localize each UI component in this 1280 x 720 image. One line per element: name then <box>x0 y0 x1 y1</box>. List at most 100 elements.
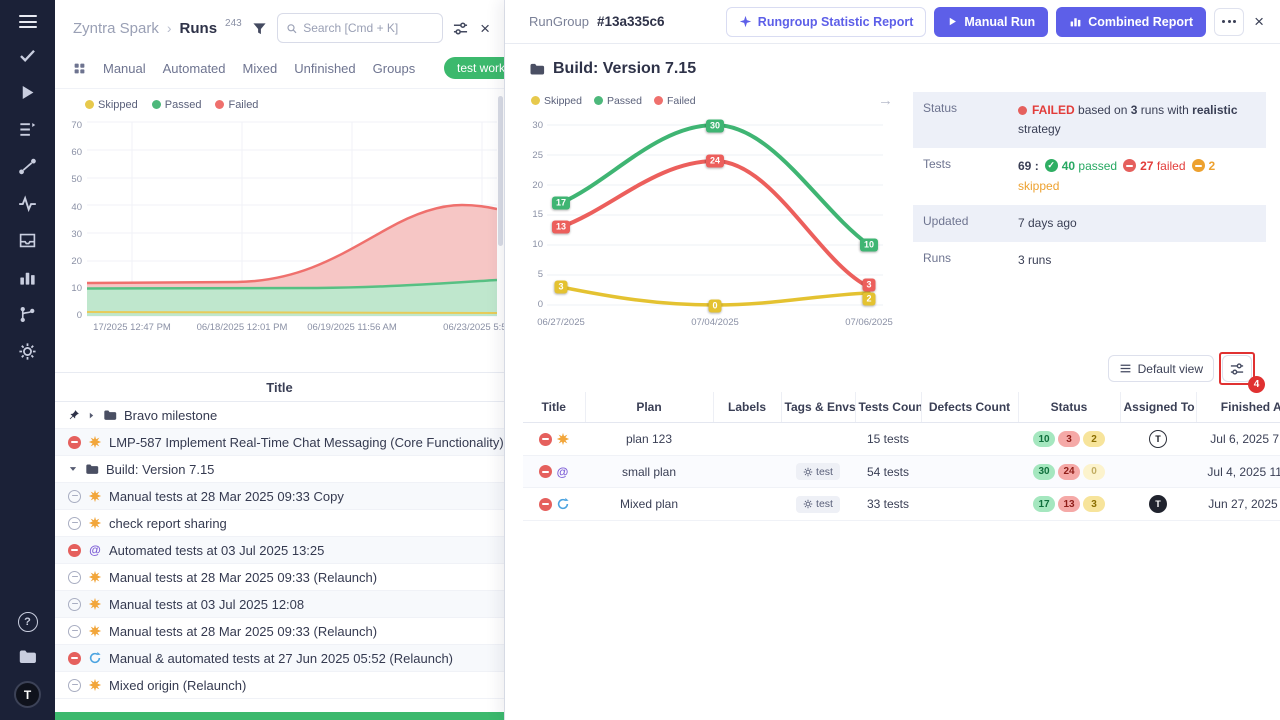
group-row[interactable]: Build: Version 7.15 <box>55 456 504 483</box>
passed-dot-icon <box>152 100 161 109</box>
runs-list-header: Title <box>55 372 504 402</box>
run-row[interactable]: check report sharing <box>55 510 504 537</box>
legend-skipped: Skipped <box>85 99 138 111</box>
col-status[interactable]: Status <box>1018 392 1120 423</box>
col-plan[interactable]: Plan <box>585 392 713 423</box>
runs-area-chart: 7060 5040 3020 100 <box>65 119 500 334</box>
run-row[interactable]: Automated tests at 03 Jul 2025 13:25 <box>55 537 504 564</box>
checks-icon[interactable] <box>18 46 37 65</box>
finished-at-cell: Jul 6, 2025 7:40 <box>1196 423 1280 456</box>
col-defects-count[interactable]: Defects Count <box>921 392 1018 423</box>
runs-chart-legend: Skipped Passed Failed <box>55 89 504 113</box>
assignee-cell: T <box>1120 488 1196 521</box>
manual-origin-icon <box>88 435 102 449</box>
failed-dot-icon <box>215 100 224 109</box>
rungroup-statistic-report-button[interactable]: Rungroup Statistic Report <box>726 7 927 37</box>
columns-settings-button[interactable] <box>1222 355 1252 382</box>
data-label-skipped: 3 <box>554 281 567 294</box>
assignee-cell: T <box>1120 423 1196 456</box>
analytics-icon[interactable] <box>18 268 37 287</box>
tags-cell: test <box>781 456 855 488</box>
tab-mixed[interactable]: Mixed <box>243 61 278 76</box>
legend-passed: Passed <box>152 99 202 111</box>
col-tests-count[interactable]: Tests Count <box>855 392 921 423</box>
runs-settings-sliders-icon[interactable] <box>451 19 470 38</box>
inbox-icon[interactable] <box>18 231 37 250</box>
col-assigned-to[interactable]: Assigned To <box>1120 392 1196 423</box>
runs-play-icon[interactable] <box>18 83 37 102</box>
col-labels[interactable]: Labels <box>713 392 781 423</box>
runs-close-icon[interactable] <box>478 18 492 39</box>
chart-next-arrow-icon[interactable] <box>878 92 893 109</box>
passed-check-icon <box>1045 159 1058 172</box>
breadcrumb-page: Runs <box>180 20 218 37</box>
chevron-down-icon[interactable] <box>68 464 78 474</box>
row-title: Bravo milestone <box>124 408 217 423</box>
tab-groups[interactable]: Groups <box>373 61 416 76</box>
status-failed-icon <box>68 436 81 449</box>
legend-failed: Failed <box>654 95 696 107</box>
status-failed-icon <box>539 433 552 446</box>
tests-count-cell: 33 tests <box>855 488 921 521</box>
gear-icon[interactable] <box>18 342 37 361</box>
default-view-button[interactable]: Default view <box>1108 355 1214 382</box>
projects-folder-icon[interactable] <box>18 647 37 666</box>
table-row[interactable]: plan 123 15 tests 1032 T Jul 6, 2025 7:4… <box>523 423 1280 456</box>
row-title: Build: Version 7.15 <box>106 462 214 477</box>
col-finished-at[interactable]: Finished At <box>1196 392 1280 423</box>
breadcrumb-app[interactable]: Zyntra Spark <box>73 20 159 37</box>
flow-icon[interactable] <box>18 157 37 176</box>
search-box[interactable] <box>277 13 443 43</box>
data-label-skipped: 2 <box>862 293 875 306</box>
chevron-right-icon[interactable] <box>87 411 96 420</box>
detail-close-icon[interactable] <box>1252 11 1266 32</box>
combined-report-button[interactable]: Combined Report <box>1056 7 1206 37</box>
view-grid-icon[interactable] <box>73 62 86 75</box>
search-input[interactable] <box>303 21 434 35</box>
rungroup-runs-table: Title Plan Labels Tags & Envs Tests Coun… <box>523 392 1280 521</box>
run-row[interactable]: Manual tests at 28 Mar 2025 09:33 Copy <box>55 483 504 510</box>
help-icon[interactable]: ? <box>18 612 38 632</box>
nav-sidebar: ? T <box>0 0 55 720</box>
test-list-icon[interactable] <box>18 120 37 139</box>
env-filter-pill[interactable]: test work <box>444 57 505 79</box>
run-row[interactable]: LMP-587 Implement Real-Time Chat Messagi… <box>55 429 504 456</box>
failed-minus-icon <box>1123 159 1136 172</box>
data-label-failed: 13 <box>552 221 570 234</box>
menu-icon[interactable] <box>19 15 37 28</box>
data-label-passed: 30 <box>706 120 724 133</box>
user-avatar[interactable]: T <box>14 681 41 708</box>
pulse-icon[interactable] <box>18 194 37 213</box>
run-row[interactable]: Manual tests at 03 Jul 2025 12:08 <box>55 591 504 618</box>
manual-origin-icon <box>88 516 102 530</box>
col-title[interactable]: Title <box>523 392 585 423</box>
run-row[interactable]: Mixed origin (Relaunch) <box>55 672 504 699</box>
run-row[interactable]: Manual & automated tests at 27 Jun 2025 … <box>55 645 504 672</box>
finished-at-cell: Jun 27, 2025 5:5 <box>1196 488 1280 521</box>
milestone-row[interactable]: Bravo milestone <box>55 402 504 429</box>
sparkle-icon <box>739 15 752 28</box>
tab-manual[interactable]: Manual <box>103 61 146 76</box>
manual-run-button[interactable]: Manual Run <box>934 7 1048 37</box>
filter-funnel-icon[interactable] <box>250 19 269 38</box>
col-tags-envs[interactable]: Tags & Envs <box>781 392 855 423</box>
gear-icon <box>803 467 813 477</box>
run-row[interactable]: Manual tests at 28 Mar 2025 09:33 (Relau… <box>55 564 504 591</box>
data-label-failed: 24 <box>706 155 724 168</box>
folder-icon <box>85 462 99 476</box>
table-row[interactable]: small plan test 54 tests 30240 Jul 4, 20… <box>523 456 1280 488</box>
tab-automated[interactable]: Automated <box>163 61 226 76</box>
list-icon <box>1119 362 1132 375</box>
mixed-origin-icon <box>556 497 570 511</box>
runs-count-badge: 243 <box>225 18 242 29</box>
more-actions-button[interactable] <box>1214 8 1244 36</box>
run-row[interactable]: Manual tests at 28 Mar 2025 09:33 (Relau… <box>55 618 504 645</box>
tab-unfinished[interactable]: Unfinished <box>294 61 355 76</box>
scrollbar[interactable] <box>498 96 503 246</box>
tag-pill[interactable]: test <box>796 463 840 480</box>
branch-icon[interactable] <box>18 305 37 324</box>
tag-pill[interactable]: test <box>796 496 840 513</box>
manual-origin-icon <box>88 489 102 503</box>
table-row[interactable]: Mixed plan test 33 tests 17133 T Jun 27,… <box>523 488 1280 521</box>
defects-count-cell <box>921 488 1018 521</box>
